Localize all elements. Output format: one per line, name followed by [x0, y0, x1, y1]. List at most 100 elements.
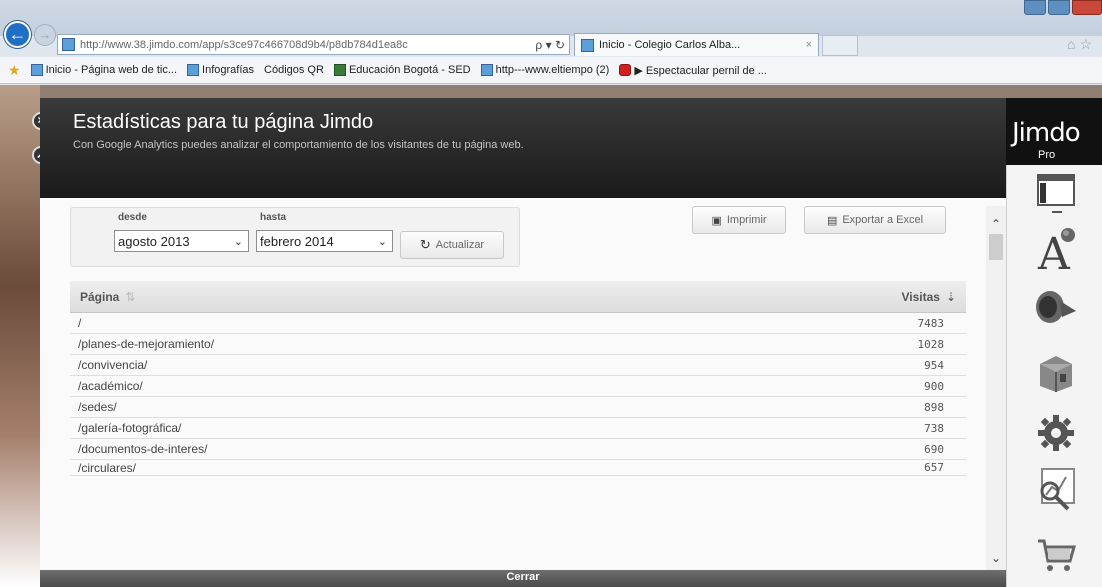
favorite-item[interactable]: ▶ Espectacular pernil de ... [619, 64, 767, 77]
export-excel-button[interactable]: ▤ Exportar a Excel [804, 206, 946, 234]
toolbar-icons: ⌂☆ [1067, 36, 1096, 53]
table-row: /planes-de-mejoramiento/1028 [70, 334, 966, 355]
browser-tab-active[interactable]: Inicio - Colegio Carlos Alba... × [574, 33, 819, 56]
table-row: /circulares/657 [70, 460, 966, 476]
gear-icon [1038, 415, 1074, 451]
address-controls[interactable]: ρ ▾ ↻ [531, 38, 569, 52]
table-row: /académico/900 [70, 376, 966, 397]
address-bar[interactable]: http://www.38.jimdo.com/app/s3ce97c46670… [57, 34, 570, 55]
youtube-icon [619, 64, 632, 76]
store-tool[interactable] [1028, 348, 1084, 398]
shop-tool[interactable] [1028, 530, 1084, 580]
back-button[interactable]: ← [4, 21, 31, 48]
favorite-item[interactable]: http---www.eltiempo (2) [480, 64, 610, 76]
row-page[interactable]: /documentos-de-interes/ [78, 442, 207, 456]
style-tool[interactable]: A [1028, 224, 1084, 274]
row-page[interactable]: /circulares/ [78, 461, 136, 475]
table-header: Página ⇅ Visitas ⇣ [70, 281, 966, 313]
from-select[interactable]: agosto 2013 ⌄ [114, 230, 249, 252]
sort-icon: ⇅ [125, 289, 136, 304]
close-window-button[interactable] [1072, 0, 1102, 15]
megaphone-icon [1036, 291, 1076, 323]
page-title: Estadísticas para tu página Jimdo [73, 111, 374, 133]
excel-icon: ▤ [826, 214, 838, 227]
row-page[interactable]: /sedes/ [78, 400, 117, 414]
table-row: / 7483 [70, 313, 966, 334]
refresh-icon: ↻ [419, 237, 431, 252]
row-page[interactable]: /planes-de-mejoramiento/ [78, 337, 214, 351]
print-label: Imprimir [726, 214, 767, 226]
column-page[interactable]: Página ⇅ [80, 290, 135, 304]
home-icon[interactable]: ⌂ [1067, 36, 1079, 52]
chevron-down-icon: ⌄ [377, 235, 387, 248]
statistics-magnifier-icon [1040, 468, 1075, 511]
page-icon [30, 64, 43, 76]
scroll-thumb[interactable] [989, 234, 1003, 260]
column-page-label: Página [80, 289, 120, 304]
plan-label: Pro [1038, 149, 1056, 161]
row-visits: 1028 [917, 337, 945, 351]
refresh-label: Actualizar [435, 239, 485, 251]
row-visits: 954 [924, 358, 944, 372]
new-tab-button[interactable] [822, 35, 858, 56]
screen: ← → http://www.38.jimdo.com/app/s3ce97c4… [0, 0, 1102, 587]
row-visits: 690 [924, 442, 944, 456]
print-button[interactable]: ▣ Imprimir [692, 206, 786, 234]
favorite-item[interactable]: Inicio - Página web de tic... [30, 64, 178, 76]
favorite-label: http---www.eltiempo (2) [495, 64, 610, 76]
layout-tool[interactable] [1028, 168, 1084, 218]
refresh-button[interactable]: ↻ Actualizar [400, 231, 504, 259]
table-row: /galería-fotográfica/738 [70, 418, 966, 439]
column-visits-label: Visitas [901, 289, 940, 304]
favorite-label: Inicio - Página web de tic... [45, 64, 178, 76]
stats-table: Página ⇅ Visitas ⇣ / 7483 /planes-de-mejora… [70, 281, 966, 476]
forward-button[interactable]: → [34, 24, 56, 46]
address-url: http://www.38.jimdo.com/app/s3ce97c46670… [80, 38, 408, 51]
favorite-item[interactable]: Educación Bogotá - SED [333, 64, 471, 76]
tab-favicon-icon [581, 38, 594, 52]
scroll-up-icon[interactable]: ⌃ [986, 214, 1006, 234]
favorite-label: Códigos QR [264, 64, 324, 76]
favorites-bar: ★ Inicio - Página web de tic... Infograf… [0, 57, 1102, 84]
favorite-label: Infografías [202, 64, 255, 76]
maximize-button[interactable] [1048, 0, 1070, 15]
vertical-scrollbar[interactable]: ⌃ ⌄ [986, 206, 1006, 570]
row-page[interactable]: /académico/ [78, 379, 143, 393]
to-select[interactable]: febrero 2014 ⌄ [256, 230, 393, 252]
tab-close-icon[interactable]: × [806, 39, 812, 51]
window-controls [1010, 0, 1102, 18]
row-page[interactable]: /convivencia/ [78, 358, 147, 372]
row-visits: 898 [924, 400, 944, 414]
shopping-cart-icon [1038, 539, 1076, 571]
printer-icon: ▣ [711, 214, 722, 227]
table-row: /documentos-de-interes/690 [70, 439, 966, 460]
browser-titlebar [0, 0, 1102, 36]
close-bar[interactable]: Cerrar [40, 570, 1006, 587]
favorite-item[interactable]: Infografías [187, 64, 254, 76]
favorite-item[interactable]: Códigos QR [264, 64, 324, 76]
to-label: hasta [260, 212, 287, 223]
favorites-star-icon[interactable]: ☆ [1079, 36, 1096, 52]
page-icon [187, 64, 200, 76]
package-icon [1040, 356, 1072, 392]
row-visits: 657 [924, 461, 944, 474]
settings-tool[interactable] [1028, 408, 1084, 458]
tab-title: Inicio - Colegio Carlos Alba... [599, 39, 741, 51]
from-select-value: agosto 2013 [118, 233, 190, 249]
sort-desc-icon: ⇣ [945, 289, 956, 304]
page-subtitle: Con Google Analytics puedes analizar el … [73, 139, 524, 151]
row-page[interactable]: / [78, 316, 81, 330]
row-page[interactable]: /galería-fotográfica/ [78, 421, 181, 435]
minimize-button[interactable] [1024, 0, 1046, 15]
row-visits: 7483 [917, 316, 945, 330]
close-label: Cerrar [506, 571, 540, 583]
site-favicon-icon [62, 38, 75, 51]
column-visits[interactable]: Visitas ⇣ [901, 290, 956, 304]
marketing-tool[interactable] [1028, 282, 1084, 332]
scroll-down-icon[interactable]: ⌄ [986, 548, 1006, 568]
row-visits: 900 [924, 379, 944, 393]
table-row: /sedes/898 [70, 397, 966, 418]
favorites-star-icon[interactable]: ★ [8, 62, 21, 79]
favorite-label: Educación Bogotá - SED [348, 64, 471, 76]
statistics-tool[interactable] [1028, 464, 1084, 514]
